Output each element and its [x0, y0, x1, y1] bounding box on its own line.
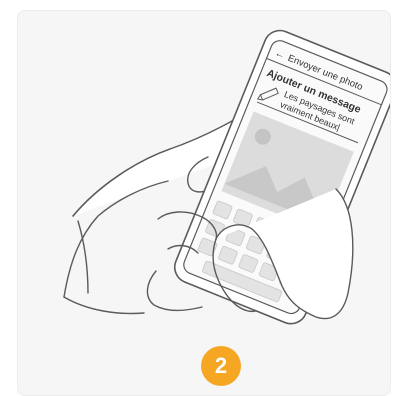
- step-number-badge: 2: [201, 346, 241, 386]
- phone-illustration: ← Envoyer une photo Ajouter un message L…: [63, 29, 390, 325]
- step-card: ← Envoyer une photo Ajouter un message L…: [17, 10, 391, 396]
